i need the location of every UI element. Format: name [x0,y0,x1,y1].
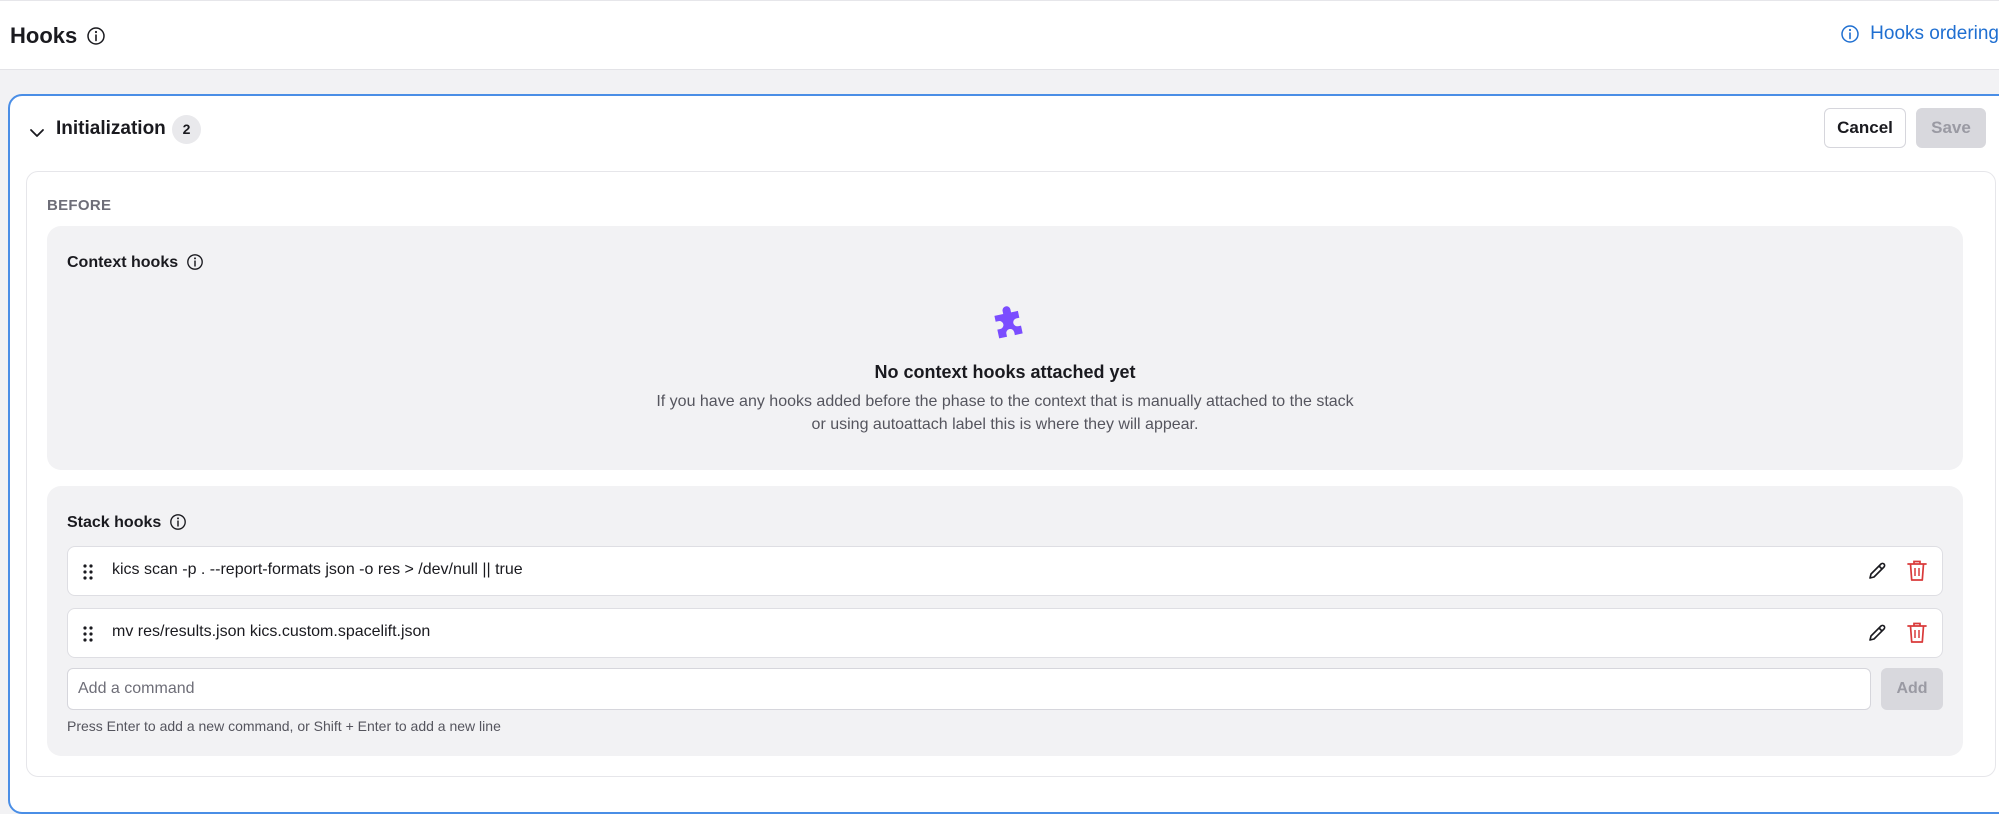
phase-label: BEFORE [47,197,112,214]
list-item: mv res/results.json kics.custom.spacelif… [67,608,1943,658]
page-header: Hooks Hooks ordering [0,0,1999,70]
hook-count-badge: 2 [172,115,201,144]
add-command-input[interactable] [67,668,1871,710]
context-hooks-title: Context hooks [67,254,179,271]
hooks-ordering-link[interactable]: Hooks ordering [1840,23,1999,45]
trash-icon[interactable] [1906,559,1928,583]
list-item: kics scan -p . --report-formats json -o … [67,546,1943,596]
phase-container: BEFORE Context hooks No context hooks at… [26,171,1996,777]
section-title[interactable]: Initialization [56,118,166,140]
pencil-icon[interactable] [1866,622,1888,644]
hook-command: kics scan -p . --report-formats json -o … [112,561,523,578]
initialization-panel: Initialization 2 Cancel Save BEFORE Cont… [8,94,1999,814]
empty-state-line: or using autoattach label this is where … [811,416,1199,433]
add-command-button[interactable]: Add [1881,668,1943,710]
trash-icon[interactable] [1906,621,1928,645]
drag-handle-icon[interactable] [82,625,94,643]
page-title: Hooks [10,23,78,48]
drag-handle-icon[interactable] [82,563,94,581]
save-button[interactable]: Save [1916,108,1986,148]
stack-hooks-card: Stack hooks kics scan -p . --report-form… [47,486,1963,756]
empty-state-title: No context hooks attached yet [874,362,1136,382]
hook-command: mv res/results.json kics.custom.spacelif… [112,623,431,640]
cancel-button[interactable]: Cancel [1824,108,1906,148]
info-icon[interactable] [86,26,106,46]
panel-header: Initialization 2 Cancel Save [10,96,1999,166]
hooks-ordering-label: Hooks ordering [1870,23,1999,44]
input-help-text: Press Enter to add a new command, or Shi… [67,718,501,734]
puzzle-icon [994,306,1023,339]
info-icon [1841,25,1859,43]
info-icon[interactable] [169,513,187,531]
empty-state-description: If you have any hooks added before the p… [47,390,1963,436]
stack-hooks-title: Stack hooks [67,514,162,531]
info-icon[interactable] [186,253,204,271]
context-hooks-card: Context hooks No context hooks attached … [47,226,1963,470]
pencil-icon[interactable] [1866,560,1888,582]
empty-state-line: If you have any hooks added before the p… [656,393,1354,410]
chevron-down-icon[interactable] [27,123,47,143]
